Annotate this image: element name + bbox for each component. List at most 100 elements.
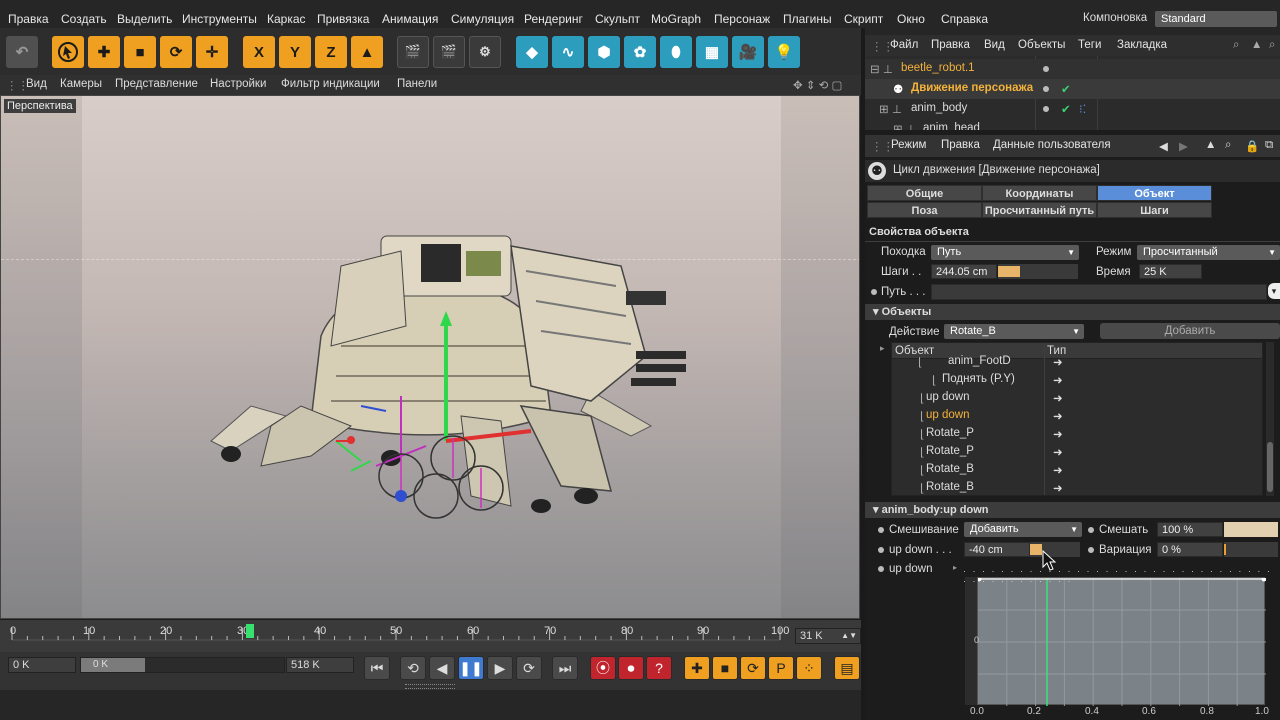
scale-tool-icon[interactable]: ■ xyxy=(124,36,156,68)
animate-dot-icon[interactable] xyxy=(1088,547,1094,553)
panel-divider[interactable] xyxy=(861,28,865,720)
om-menu-objects[interactable]: Объекты xyxy=(1018,39,1065,51)
go-to-start-icon[interactable]: ⏮ xyxy=(364,656,390,680)
menu-sculpt[interactable]: Скульпт xyxy=(595,12,640,26)
coordinate-system-icon[interactable]: ▲ xyxy=(351,36,383,68)
x-axis-lock-icon[interactable]: X xyxy=(243,36,275,68)
new-panel-icon[interactable]: ⧉ xyxy=(1265,139,1273,152)
pointer-tool-icon[interactable] xyxy=(52,36,84,68)
playhead[interactable] xyxy=(246,624,255,638)
floor-icon[interactable]: ▦ xyxy=(696,36,728,68)
om-menu-tags[interactable]: Теги xyxy=(1078,39,1101,51)
om-menu-bookmarks[interactable]: Закладка xyxy=(1117,39,1167,51)
record-parameter-icon[interactable]: P xyxy=(768,656,794,680)
autokey-icon[interactable]: ⏺ xyxy=(618,656,644,680)
menu-help[interactable]: Справка xyxy=(941,12,988,26)
spline-graph[interactable] xyxy=(976,576,1267,706)
up-arrow-icon[interactable]: ▲ xyxy=(1205,139,1216,151)
path-link-field[interactable] xyxy=(931,284,1267,300)
menu-mesh[interactable]: Каркас xyxy=(267,12,306,26)
expand-arrow-icon[interactable]: ▸ xyxy=(953,563,957,572)
mode-dropdown[interactable]: Просчитанный ▼ xyxy=(1137,245,1280,260)
search-icon[interactable]: ⌕ xyxy=(1225,139,1231,152)
pause-icon[interactable]: ❚❚ xyxy=(458,656,484,680)
tree-row[interactable]: ⊞ ⊥ anim_body ✔ ⁝⁚ xyxy=(865,99,1280,119)
tree-row[interactable]: ⚉ Движение персонажа ✔ xyxy=(865,79,1280,99)
check-icon[interactable]: ✔ xyxy=(1061,82,1071,96)
view-menu-display[interactable]: Представление xyxy=(115,78,198,90)
action-dropdown[interactable]: Rotate_B ▼ xyxy=(944,324,1084,339)
check-icon[interactable]: ✔ xyxy=(1061,102,1071,116)
record-keys-icon[interactable]: ⦿ xyxy=(590,656,616,680)
camera-icon[interactable]: 🎥 xyxy=(732,36,764,68)
view-navigation-icons[interactable]: ✥ ⇕ ⟲ ▢ xyxy=(793,78,842,92)
timeline-ruler[interactable]: 0 10 20 30 40 50 60 70 80 90 100 31 K ▲▼ xyxy=(0,620,865,652)
tag-icon[interactable]: ⁝⁚ xyxy=(1079,102,1086,116)
cube-icon[interactable]: ◆ xyxy=(516,36,548,68)
animate-dot-icon[interactable] xyxy=(878,527,884,533)
next-key-icon[interactable]: ⟳ xyxy=(516,656,542,680)
variation-field[interactable]: 0 % xyxy=(1157,542,1223,557)
view-menu-options[interactable]: Настройки xyxy=(210,78,266,90)
render-view-icon[interactable]: 🎬 xyxy=(397,36,429,68)
tab-coordinates[interactable]: Координаты xyxy=(982,185,1097,201)
list-item[interactable]: ⌊ Rotate_B ➜ xyxy=(892,461,1262,479)
list-item[interactable]: ⌊ Rotate_B ➜ xyxy=(892,479,1262,495)
om-menu-view[interactable]: Вид xyxy=(984,39,1005,51)
record-position-icon[interactable]: ✚ xyxy=(684,656,710,680)
om-menu-file[interactable]: Файл xyxy=(890,39,918,51)
last-tool-icon[interactable]: ✛ xyxy=(196,36,228,68)
resize-grip[interactable] xyxy=(405,684,455,689)
render-picture-viewer-icon[interactable]: 🎬 xyxy=(433,36,465,68)
previous-key-icon[interactable]: ⟲ xyxy=(400,656,426,680)
range-slider-track[interactable]: 0 K xyxy=(80,657,285,673)
y-axis-lock-icon[interactable]: Y xyxy=(279,36,311,68)
render-settings-icon[interactable]: ⚙ xyxy=(469,36,501,68)
list-scrollbar[interactable] xyxy=(1266,342,1274,496)
list-item-selected[interactable]: ⌊ up down ➜ xyxy=(892,407,1262,425)
add-button[interactable]: Добавить xyxy=(1100,323,1280,339)
deformer-icon[interactable]: ⬮ xyxy=(660,36,692,68)
menu-tools[interactable]: Инструменты xyxy=(182,12,257,26)
am-menu-edit[interactable]: Правка xyxy=(941,139,980,151)
tab-object[interactable]: Объект xyxy=(1097,185,1212,201)
tab-steps[interactable]: Шаги xyxy=(1097,202,1212,218)
menu-edit[interactable]: Правка xyxy=(8,12,49,26)
variation-slider[interactable] xyxy=(1224,542,1278,557)
am-menu-userdata[interactable]: Данные пользователя xyxy=(993,139,1111,151)
tab-basic[interactable]: Общие xyxy=(867,185,982,201)
search-icon[interactable]: ⌕ xyxy=(1233,39,1239,52)
list-item[interactable]: ⌊ anim_FootD ➜ xyxy=(892,353,1262,371)
expand-arrow-icon[interactable]: ▸ xyxy=(880,343,885,354)
om-menu-edit[interactable]: Правка xyxy=(931,39,970,51)
scheme-icon[interactable]: ▤ xyxy=(834,656,860,680)
view-menu-panels[interactable]: Панели xyxy=(397,78,437,90)
steps-slider[interactable] xyxy=(998,264,1078,279)
menu-select[interactable]: Выделить xyxy=(117,12,172,26)
subdivision-icon[interactable]: ⬢ xyxy=(588,36,620,68)
back-arrow-icon[interactable]: ◀ xyxy=(1159,139,1168,153)
tab-calculated-path[interactable]: Просчитанный путь xyxy=(982,202,1097,218)
tree-row[interactable]: ⊟ ⊥ beetle_robot.1 xyxy=(865,59,1280,79)
pick-object-icon[interactable]: ▾ xyxy=(1268,283,1280,299)
lock-icon[interactable]: 🔒 xyxy=(1245,139,1259,153)
list-item[interactable]: ⌊ up down ➜ xyxy=(892,389,1262,407)
tab-pose[interactable]: Поза xyxy=(867,202,982,218)
list-item[interactable]: ⌊ Rotate_P ➜ xyxy=(892,443,1262,461)
next-frame-icon[interactable]: ▶ xyxy=(487,656,513,680)
animate-dot-icon[interactable] xyxy=(1088,527,1094,533)
menu-render[interactable]: Рендеринг xyxy=(524,12,583,26)
menu-plugins[interactable]: Плагины xyxy=(783,12,832,26)
move-tool-icon[interactable]: ✚ xyxy=(88,36,120,68)
viewport-perspective[interactable]: Перспектива xyxy=(0,95,860,619)
layout-select[interactable]: Standard xyxy=(1155,11,1277,27)
list-item[interactable]: ⌊ Rotate_P ➜ xyxy=(892,425,1262,443)
record-rotation-icon[interactable]: ⟳ xyxy=(740,656,766,680)
current-frame-field[interactable]: 31 K ▲▼ xyxy=(795,628,861,644)
menu-window[interactable]: Окно xyxy=(897,12,925,26)
view-menu-cameras[interactable]: Камеры xyxy=(60,78,102,90)
light-icon[interactable]: 💡 xyxy=(768,36,800,68)
menu-character[interactable]: Персонаж xyxy=(714,12,770,26)
menu-snap[interactable]: Привязка xyxy=(317,12,369,26)
range-slider-thumb[interactable]: 0 K xyxy=(81,658,145,672)
